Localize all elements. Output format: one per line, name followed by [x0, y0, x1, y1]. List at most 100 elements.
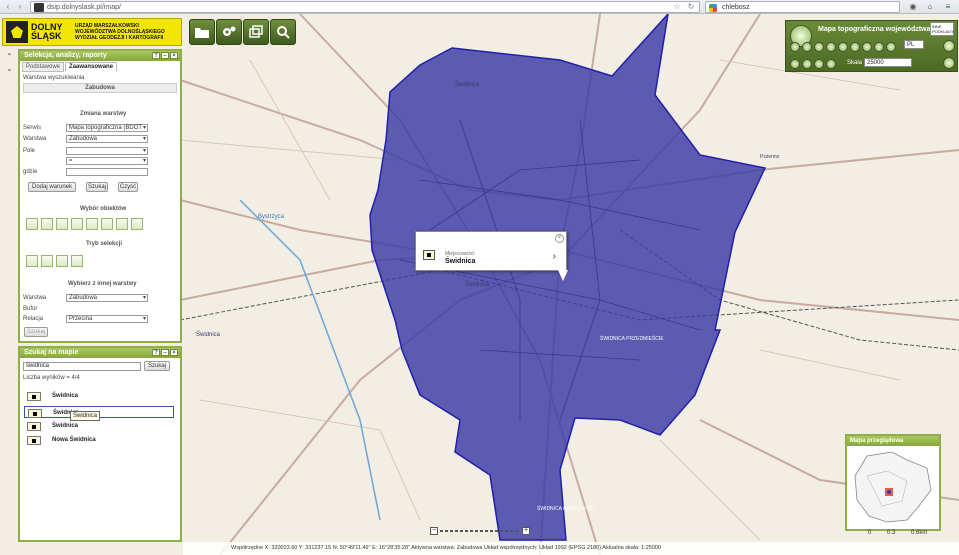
collapse-down-icon[interactable]: ⌄	[6, 64, 13, 73]
pole-select[interactable]	[66, 147, 148, 155]
menu-icon[interactable]: ≡	[940, 1, 956, 13]
result-label: Świdnica	[52, 423, 79, 429]
zoom-in-icon[interactable]	[802, 42, 812, 52]
other-warstwa-select[interactable]: Zabudowa	[66, 294, 148, 302]
warstwa-select[interactable]: Zabudowa	[66, 135, 148, 143]
browser-toolbar: ‹ › dsip.dolnyslask.pl/imap/ ☆ ↻ chlebos…	[0, 0, 959, 14]
layer-select-icon[interactable]	[131, 218, 143, 230]
chevron-right-icon[interactable]: ›	[553, 251, 556, 262]
extent-icon[interactable]	[838, 42, 848, 52]
search-relation-button[interactable]: Szukaj	[24, 327, 48, 337]
help-icon[interactable]: ?	[152, 349, 160, 356]
feature-popup[interactable]: × Miejscowości Świdnica ›	[415, 231, 567, 271]
zoom-out-icon[interactable]	[814, 42, 824, 52]
browser-search-text: chlebosz	[722, 4, 750, 11]
scale-bar: 0 0.3 0.6km	[868, 530, 927, 536]
place-search-button[interactable]: Szukaj	[144, 361, 170, 371]
addon-icon[interactable]: ◉	[905, 1, 921, 13]
search-button[interactable]	[270, 19, 296, 45]
draw-icon[interactable]	[790, 59, 800, 69]
zoom-box-icon[interactable]	[826, 42, 836, 52]
list-item[interactable]: Świdnica	[24, 390, 174, 402]
result-label: Świdnica	[52, 393, 79, 399]
map-label-east: Pszenno	[760, 154, 780, 160]
tab-advanced[interactable]: Zaawansowane	[65, 62, 118, 72]
fullscreen-icon[interactable]	[943, 40, 955, 52]
add-selection-icon[interactable]	[41, 255, 53, 267]
map-select-icon[interactable]	[101, 218, 113, 230]
map-label-north: Świdnica	[455, 82, 480, 88]
reload-icon[interactable]: ↻	[686, 2, 696, 11]
windows-button[interactable]	[243, 19, 269, 45]
circle-select-icon[interactable]	[71, 218, 83, 230]
bookmark-icon[interactable]	[886, 42, 896, 52]
relacja-select[interactable]: Przecina	[66, 315, 148, 323]
settings-button[interactable]	[216, 19, 242, 45]
clear-button[interactable]: Czyść	[118, 182, 138, 192]
gear-icon	[223, 26, 236, 36]
new-selection-icon[interactable]	[26, 255, 38, 267]
scale-input[interactable]: 25000	[864, 58, 912, 67]
navigation-tools	[790, 42, 896, 52]
measure-icon[interactable]	[862, 42, 872, 52]
edit-tools	[790, 59, 836, 69]
zoom-in-button[interactable]: +	[522, 527, 530, 535]
tab-basic[interactable]: Podstawowe	[22, 62, 65, 72]
close-icon[interactable]: ×	[555, 234, 564, 243]
browser-search-input[interactable]: chlebosz	[705, 1, 900, 13]
minimize-icon[interactable]: –	[161, 52, 169, 59]
search-panel-title: Szukaj na mapie	[24, 349, 79, 356]
polygon-select-icon[interactable]	[56, 218, 68, 230]
serwis-select[interactable]: Mapa topograficzna (BDOT	[66, 124, 148, 132]
close-icon[interactable]: ×	[170, 349, 178, 356]
zoom-track[interactable]	[440, 530, 520, 532]
folder-button[interactable]	[189, 19, 215, 45]
zoom-out-button[interactable]: −	[430, 527, 438, 535]
town-symbol-icon	[28, 409, 42, 418]
back-icon[interactable]: ‹	[3, 2, 13, 11]
subtract-selection-icon[interactable]	[56, 255, 68, 267]
history-forward-icon[interactable]	[826, 59, 836, 69]
close-icon[interactable]: ×	[170, 52, 178, 59]
other-basemaps-dropdown[interactable]: INNE PODKŁADY	[930, 22, 954, 36]
star-icon[interactable]: ☆	[672, 2, 682, 11]
language-select[interactable]: PL	[904, 40, 924, 49]
list-item[interactable]: Świdnica	[24, 420, 174, 432]
print-icon[interactable]	[874, 42, 884, 52]
value-input[interactable]	[66, 168, 148, 176]
address-bar[interactable]: dsip.dolnyslask.pl/imap/	[30, 1, 700, 13]
list-item[interactable]: Nowa Świdnica	[24, 434, 174, 446]
point-select-icon[interactable]	[86, 218, 98, 230]
info-icon[interactable]	[850, 42, 860, 52]
operator-select[interactable]: =	[66, 157, 148, 165]
zoom-slider[interactable]: − +	[430, 527, 530, 535]
selection-tools	[26, 218, 143, 230]
overview-map[interactable]: Mapa przeglądowa	[845, 434, 941, 531]
intersect-selection-icon[interactable]	[71, 255, 83, 267]
line-select-icon[interactable]	[41, 218, 53, 230]
value-label: gdzie	[23, 169, 38, 175]
eraser-icon[interactable]	[802, 59, 812, 69]
home-icon[interactable]: ⌂	[922, 1, 938, 13]
url-text: dsip.dolnyslask.pl/imap/	[47, 3, 121, 11]
history-back-icon[interactable]	[814, 59, 824, 69]
town-symbol-icon	[27, 436, 41, 445]
pole-label: Pole	[23, 148, 36, 154]
town-symbol-icon	[423, 250, 435, 260]
result-tooltip: Świdnica	[70, 411, 101, 421]
map-label-river: Bystrzyca	[258, 214, 285, 220]
grid-select-icon[interactable]	[116, 218, 128, 230]
settings-icon[interactable]	[943, 57, 955, 69]
place-search-input[interactable]: świdnica	[23, 362, 141, 371]
pan-icon[interactable]	[790, 42, 800, 52]
help-icon[interactable]: ?	[152, 52, 160, 59]
collapse-up-icon[interactable]: ⌃	[6, 52, 13, 61]
rectangle-select-icon[interactable]	[26, 218, 38, 230]
search-condition-button[interactable]: Szukaj	[86, 182, 108, 192]
add-condition-button[interactable]: Dodaj warunek	[28, 182, 76, 192]
minimize-icon[interactable]: –	[161, 349, 169, 356]
search-panel: Szukaj na mapie ? – × świdnica Szukaj Licz…	[18, 346, 182, 542]
forward-icon[interactable]: ›	[15, 2, 25, 11]
map-label-south: ŚWIDNICA KOSZOWICE	[537, 506, 594, 512]
search-icon	[277, 26, 290, 39]
